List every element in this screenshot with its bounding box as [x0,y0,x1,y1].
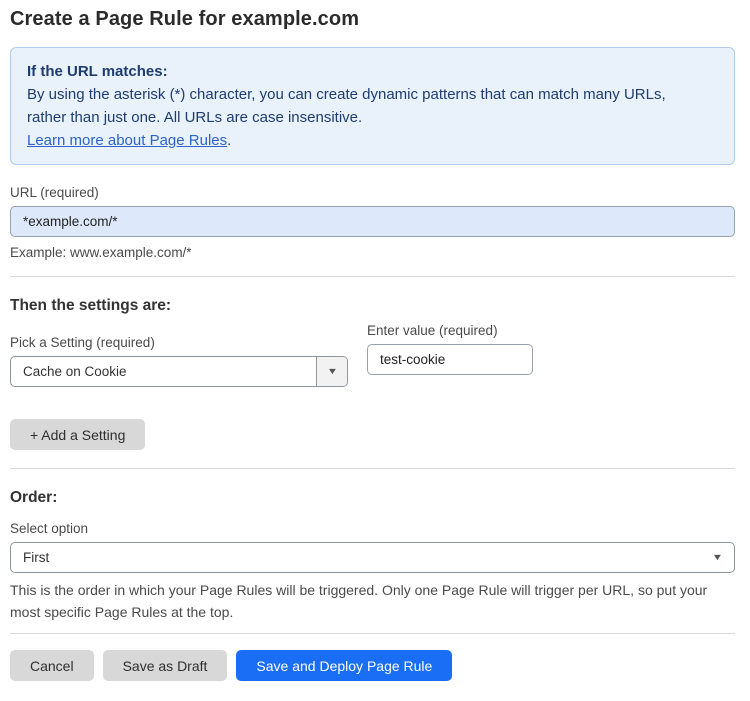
page-title: Create a Page Rule for example.com [10,8,360,30]
info-box-body-line1: By using the asterisk (*) character, you… [27,86,666,103]
setting-picker-column: Pick a Setting (required) Cache on Cooki… [10,315,348,387]
order-select-label: Select option [10,521,89,536]
divider-url-settings [10,276,735,277]
learn-more-link[interactable]: Learn more about Page Rules [27,132,227,149]
url-field-label: URL (required) [10,185,99,200]
info-box-heading: If the URL matches: [27,63,168,80]
cancel-button[interactable]: Cancel [10,650,94,681]
order-selected-option: First [23,550,50,565]
setting-picker-value: Cache on Cookie [23,364,127,379]
info-box-link-line: Learn more about Page Rules. [27,129,718,152]
page-rule-form: Create a Page Rule for example.com If th… [0,0,750,701]
setting-value-label: Enter value (required) [367,323,498,338]
setting-picker-dropdown[interactable]: Cache on Cookie ▼ [10,356,348,387]
chevron-down-icon: ▼ [711,552,724,562]
save-draft-button[interactable]: Save as Draft [102,650,228,681]
order-help-line1: This is the order in which your Page Rul… [10,582,708,598]
settings-row: Pick a Setting (required) Cache on Cooki… [10,315,735,387]
chevron-down-icon: ▼ [326,366,338,376]
divider-settings-order [10,468,735,469]
setting-picker-arrow-button[interactable]: ▼ [316,357,347,386]
setting-picker-label: Pick a Setting (required) [10,335,155,350]
url-input[interactable] [10,206,735,237]
info-box-body-line2: rather than just one. All URLs are case … [27,109,363,126]
save-deploy-button[interactable]: Save and Deploy Page Rule [236,650,453,681]
order-help-line2: most specific Page Rules at the top. [10,604,234,620]
order-help-text: This is the order in which your Page Rul… [10,579,735,623]
add-setting-button[interactable]: + Add a Setting [10,419,146,450]
link-suffix: . [227,132,232,149]
order-select[interactable]: First ▼ [10,542,735,573]
form-actions: Cancel Save as Draft Save and Deploy Pag… [10,650,735,681]
settings-section-heading: Then the settings are: [10,297,172,314]
divider-order-actions [10,633,735,634]
url-example-text: Example: www.example.com/* [10,245,192,260]
url-match-info-box: If the URL matches: By using the asteris… [10,47,735,165]
order-section-heading: Order: [10,489,58,506]
setting-value-input[interactable] [367,344,533,375]
setting-value-column: Enter value (required) [367,323,533,375]
